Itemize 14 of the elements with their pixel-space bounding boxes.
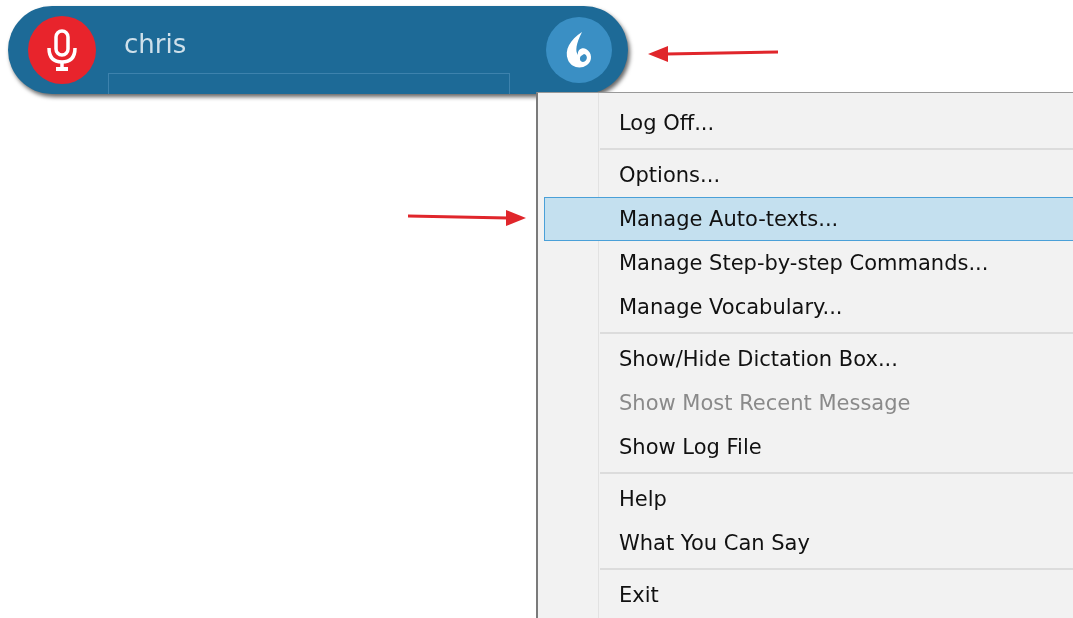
menu-item[interactable]: Manage Vocabulary... (544, 285, 1073, 329)
menu-item[interactable]: Show/Hide Dictation Box... (544, 337, 1073, 381)
menu-item[interactable]: Exit (544, 573, 1073, 617)
dictation-field[interactable] (108, 73, 510, 94)
menu-item[interactable]: Manage Auto-texts... (544, 197, 1073, 241)
user-name: chris (124, 29, 188, 59)
menu-item[interactable]: Options... (544, 153, 1073, 197)
microphone-icon (45, 28, 79, 72)
menu-button[interactable] (546, 17, 612, 83)
menu-item[interactable]: Show Log File (544, 425, 1073, 469)
menu-item[interactable]: What You Can Say (544, 521, 1073, 565)
menu-item[interactable]: Help (544, 477, 1073, 521)
menu-item[interactable]: Log Off... (544, 101, 1073, 145)
menu-item[interactable]: Manage Step-by-step Commands... (544, 241, 1073, 285)
